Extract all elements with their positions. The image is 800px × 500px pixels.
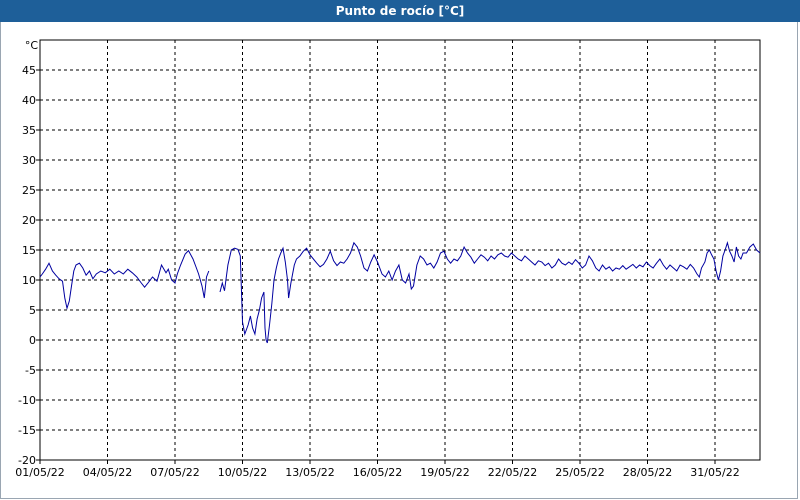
- y-tick-label: 20: [22, 214, 36, 227]
- y-tick-label: -10: [18, 394, 36, 407]
- x-tick-label: 10/05/22: [218, 466, 267, 479]
- y-axis-label: °C: [25, 39, 39, 52]
- y-tick-label: -5: [25, 364, 36, 377]
- x-tick-label: 19/05/22: [420, 466, 469, 479]
- y-tick-label: 45: [22, 64, 36, 77]
- x-tick-label: 04/05/22: [83, 466, 132, 479]
- dew-point-series-line: [219, 241, 761, 344]
- dew-point-chart: 454035302520151050-5-10-15-20°C01/05/22 0…: [15, 39, 761, 479]
- x-tick-label: 22/05/22: [488, 466, 537, 479]
- x-tick-label: 28/05/22: [623, 466, 672, 479]
- y-tick-label: 40: [22, 94, 36, 107]
- x-tick-label: 25/05/22: [555, 466, 604, 479]
- y-tick-label: 0: [29, 334, 36, 347]
- dew-point-series-line: [39, 249, 210, 311]
- y-tick-label: -15: [18, 424, 36, 437]
- x-tick-label: 13/05/22: [285, 466, 334, 479]
- y-tick-label: 10: [22, 274, 36, 287]
- x-tick-label: 01/05/22: [15, 466, 64, 479]
- y-tick-label: 35: [22, 124, 36, 137]
- y-tick-label: 30: [22, 154, 36, 167]
- x-tick-label: 31/05/22: [690, 466, 739, 479]
- x-tick-label: 07/05/22: [150, 466, 199, 479]
- y-tick-label: 25: [22, 184, 36, 197]
- y-tick-label: 5: [29, 304, 36, 317]
- y-tick-label: 15: [22, 244, 36, 257]
- x-tick-label: 16/05/22: [353, 466, 402, 479]
